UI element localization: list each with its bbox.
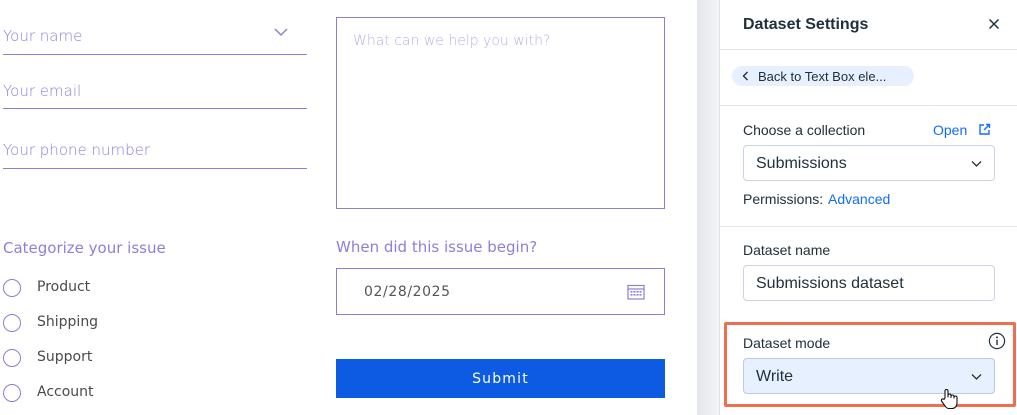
dataset-name-input[interactable]: Submissions dataset [743,265,995,301]
email-field-placeholder: Your email [3,82,82,100]
radio-button[interactable] [3,279,21,297]
radio-label: Shipping [37,314,99,330]
calendar-icon[interactable] [627,284,645,300]
permissions-link[interactable]: Advanced [828,191,890,207]
close-icon[interactable] [988,18,1000,30]
external-link-icon[interactable] [978,123,991,136]
divider [720,105,1017,106]
dataset-settings-panel: Dataset Settings Back to Text Box ele...… [719,0,1017,415]
chevron-left-icon [742,71,748,81]
divider [720,226,1017,227]
dataset-mode-label: Dataset mode [743,335,831,351]
chevron-down-icon[interactable] [274,27,288,37]
dataset-name-value: Submissions dataset [756,275,904,292]
panel-header: Dataset Settings [720,0,1017,50]
collection-select[interactable]: Submissions [743,145,995,181]
open-collection-link[interactable]: Open [933,122,967,138]
submit-button[interactable]: Submit [336,359,665,398]
dataset-mode-value: Write [756,368,794,385]
date-value: 02/28/2025 [364,284,451,300]
dataset-name-label: Dataset name [743,242,831,258]
panel-separator [697,0,719,415]
date-title: When did this issue begin? [336,238,538,256]
form-canvas: Your name Your email Your phone number W… [0,0,697,415]
radio-button[interactable] [3,384,21,402]
issue-category-title: Categorize your issue [3,239,166,257]
radio-label: Support [37,349,93,365]
radio-label: Product [37,279,91,295]
panel-title: Dataset Settings [743,16,869,33]
date-picker-field[interactable]: 02/28/2025 [336,268,665,315]
chevron-down-icon [971,161,982,167]
radio-label: Account [37,384,94,400]
info-icon[interactable] [988,332,1006,350]
name-field-placeholder: Your name [3,27,83,45]
radio-button[interactable] [3,314,21,332]
message-textarea-placeholder: What can we help you with? [353,33,551,49]
collection-label: Choose a collection [743,122,866,138]
message-textarea[interactable]: What can we help you with? [336,17,665,209]
name-field-underline [3,53,307,55]
chevron-down-icon [971,374,982,380]
back-to-element-button[interactable]: Back to Text Box ele... [732,66,914,86]
phone-field-placeholder: Your phone number [3,141,151,159]
permissions-label: Permissions: [743,191,824,207]
phone-field-underline [3,167,307,169]
collection-select-value: Submissions [756,155,847,172]
back-button-label: Back to Text Box ele... [758,69,887,84]
radio-button[interactable] [3,349,21,367]
email-field-underline [3,107,307,109]
hand-pointer-cursor-icon [940,389,958,410]
